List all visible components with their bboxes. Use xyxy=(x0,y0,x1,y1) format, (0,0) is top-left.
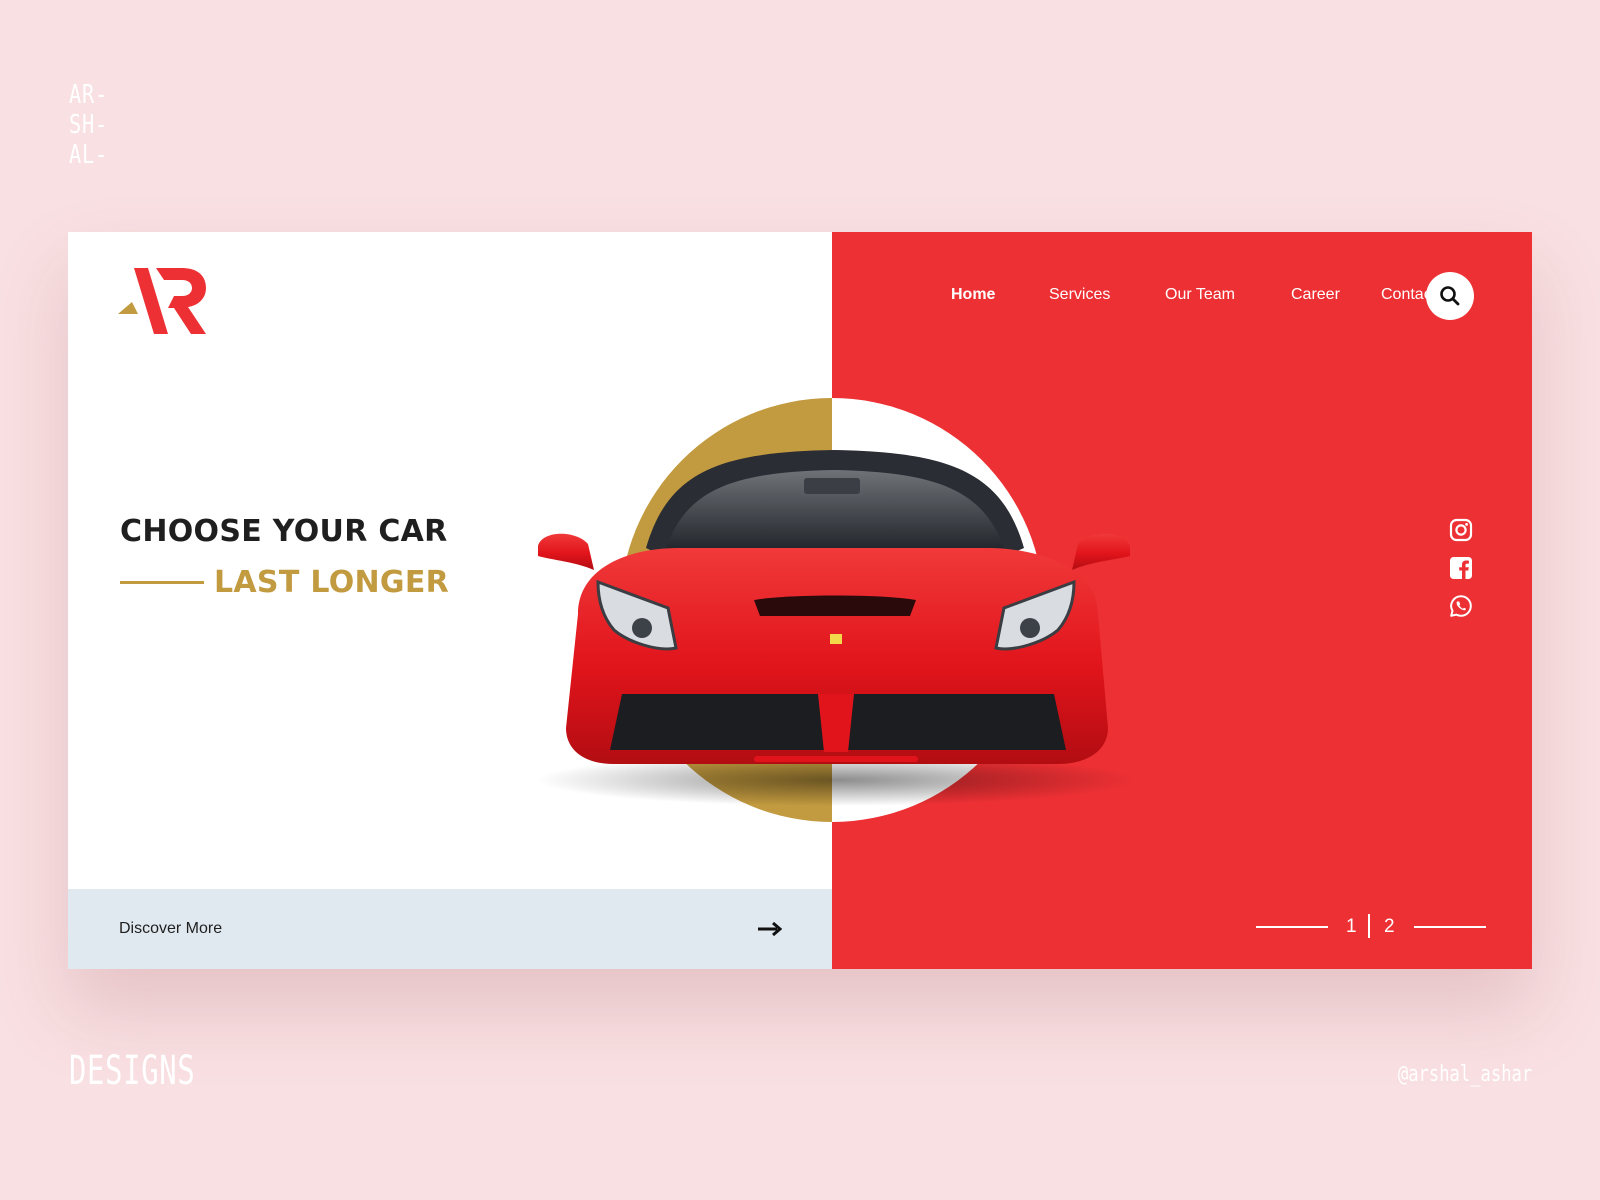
pager-separator xyxy=(1368,914,1370,938)
arrow-right-icon[interactable] xyxy=(758,922,782,936)
nav-home[interactable]: Home xyxy=(951,286,995,304)
left-panel: CHOOSE YOUR CAR LAST LONGER Discover Mor… xyxy=(68,232,832,969)
headline-secondary-row: LAST LONGER xyxy=(120,565,449,600)
search-icon xyxy=(1440,286,1460,306)
search-button[interactable] xyxy=(1426,272,1474,320)
nav-our-team[interactable]: Our Team xyxy=(1165,286,1235,304)
pager-line-right xyxy=(1414,926,1486,928)
ar-logo-icon[interactable] xyxy=(118,268,210,334)
pager-page-1[interactable]: 1 xyxy=(1346,916,1357,938)
pager-page-2[interactable]: 2 xyxy=(1384,916,1395,938)
social-links xyxy=(1449,518,1473,632)
brand-wordmark-stack: AR- SH- AL- xyxy=(69,80,108,170)
nav-services[interactable]: Services xyxy=(1049,286,1110,304)
footer-designs-label: DESIGNS xyxy=(69,1048,196,1094)
footer-handle[interactable]: @arshal_ashar xyxy=(1398,1062,1532,1087)
headline-primary: CHOOSE YOUR CAR xyxy=(120,514,448,549)
slide-pager: 1 2 xyxy=(1256,914,1486,940)
hero-headline: CHOOSE YOUR CAR LAST LONGER xyxy=(120,514,449,600)
page-canvas: AR- SH- AL- CHOOSE YOUR CAR LAST LONGER … xyxy=(0,0,1600,1200)
brand-stack-line: AR- xyxy=(69,80,108,110)
discover-more-bar[interactable]: Discover More xyxy=(68,889,832,969)
discover-more-label: Discover More xyxy=(119,920,223,937)
headline-secondary: LAST LONGER xyxy=(214,565,450,600)
facebook-icon[interactable] xyxy=(1449,556,1473,580)
instagram-icon[interactable] xyxy=(1449,518,1473,542)
landing-card: CHOOSE YOUR CAR LAST LONGER Discover Mor… xyxy=(68,232,1532,969)
whatsapp-icon[interactable] xyxy=(1449,594,1473,618)
main-nav: Home Services Our Team Career Contact Us xyxy=(832,272,1532,320)
brand-stack-line: SH- xyxy=(69,110,108,140)
pager-line-left xyxy=(1256,926,1328,928)
brand-stack-line: AL- xyxy=(69,140,108,170)
nav-career[interactable]: Career xyxy=(1291,286,1340,304)
right-panel: Home Services Our Team Career Contact Us xyxy=(832,232,1532,969)
gold-divider xyxy=(120,581,204,584)
